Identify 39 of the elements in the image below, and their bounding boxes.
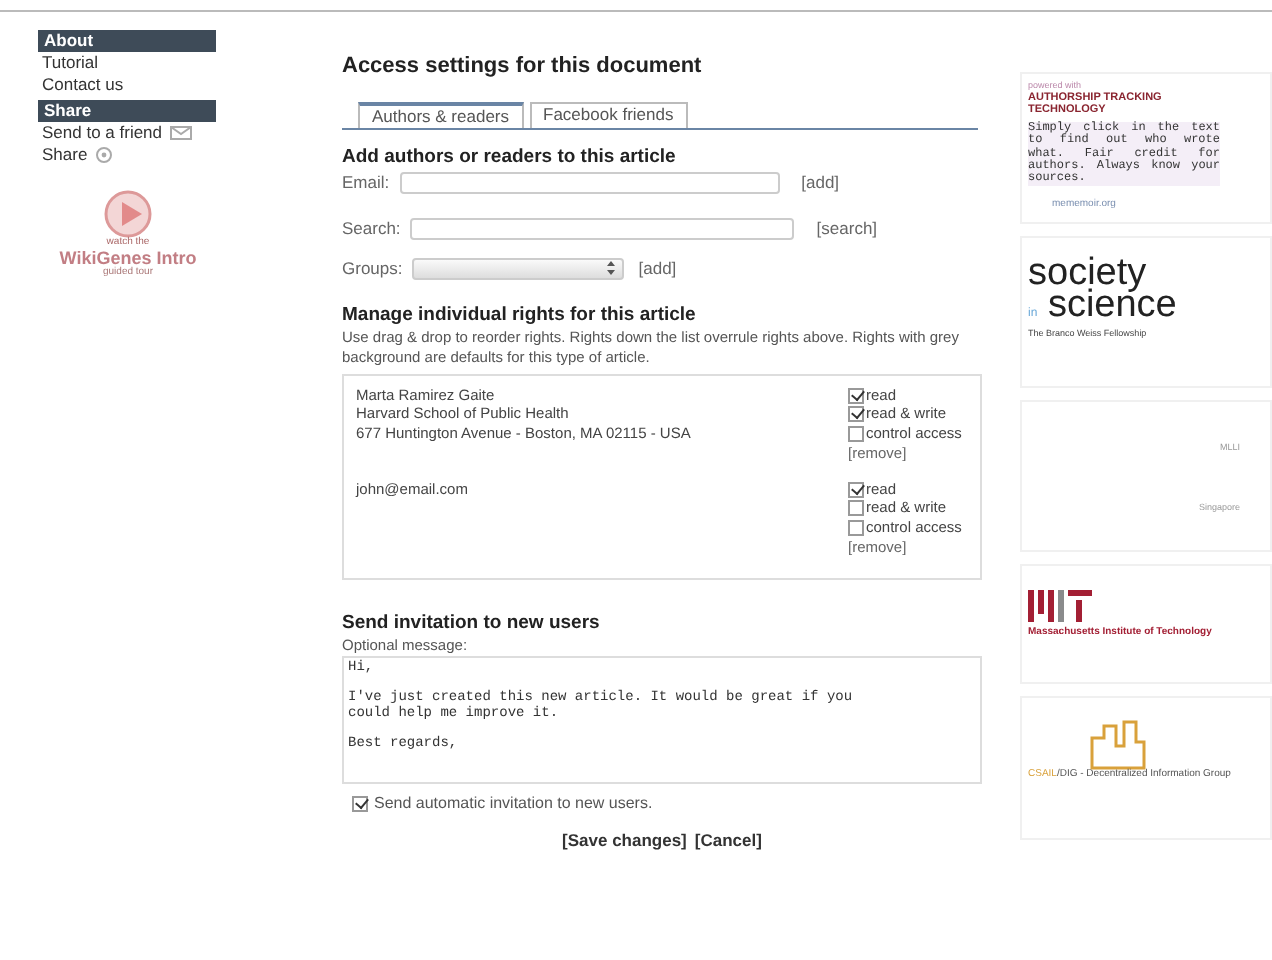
- play-icon: [104, 190, 152, 239]
- tab[interactable]: Authors & readers: [358, 102, 524, 129]
- section-heading: Share: [38, 100, 216, 123]
- checkbox[interactable]: [848, 426, 864, 443]
- group-select[interactable]: [412, 257, 625, 280]
- field-label: Search:: [342, 217, 401, 240]
- logo-text: society: [1028, 258, 1147, 291]
- section-heading: About: [38, 30, 216, 53]
- input-field[interactable]: [410, 217, 795, 240]
- mail-icon: [170, 124, 193, 143]
- tab[interactable]: Facebook friends: [529, 102, 688, 129]
- mit-logo-icon: [1028, 590, 1092, 622]
- page-title: Access settings for this document: [342, 52, 704, 81]
- field-label: Email:: [342, 171, 390, 194]
- sidebar-link[interactable]: Send to a friend: [38, 122, 163, 145]
- field-label: Groups:: [342, 257, 403, 280]
- input-field[interactable]: [399, 171, 780, 194]
- action-link[interactable]: [add]: [638, 257, 677, 280]
- sidebar-link[interactable]: Contact us: [38, 74, 216, 97]
- action-link[interactable]: [Save changes]: [562, 829, 687, 852]
- share-icon: [95, 146, 112, 165]
- checkbox[interactable]: [848, 520, 864, 537]
- section-heading: Manage individual rights for this article: [342, 303, 698, 329]
- action-link[interactable]: [search]: [816, 217, 878, 240]
- checkbox[interactable]: [848, 481, 864, 498]
- checkbox[interactable]: [352, 796, 368, 813]
- section-heading: Add authors or readers to this article: [342, 146, 678, 172]
- checkbox-label: Send automatic invitation to new users.: [374, 794, 653, 816]
- checkbox[interactable]: [848, 406, 864, 423]
- action-link[interactable]: [Cancel]: [694, 829, 762, 852]
- dropdown-icon: [606, 260, 617, 277]
- action-link[interactable]: [add]: [801, 171, 840, 194]
- promo-title: WikiGenes Intro: [59, 249, 197, 268]
- buildings-icon: [1088, 718, 1148, 770]
- checkbox[interactable]: [848, 387, 864, 404]
- checkbox[interactable]: [848, 500, 864, 517]
- sidebar-link[interactable]: Share: [38, 144, 88, 167]
- section-heading: Send invitation to new users: [342, 611, 602, 637]
- sidebar-link[interactable]: Tutorial: [38, 52, 216, 75]
